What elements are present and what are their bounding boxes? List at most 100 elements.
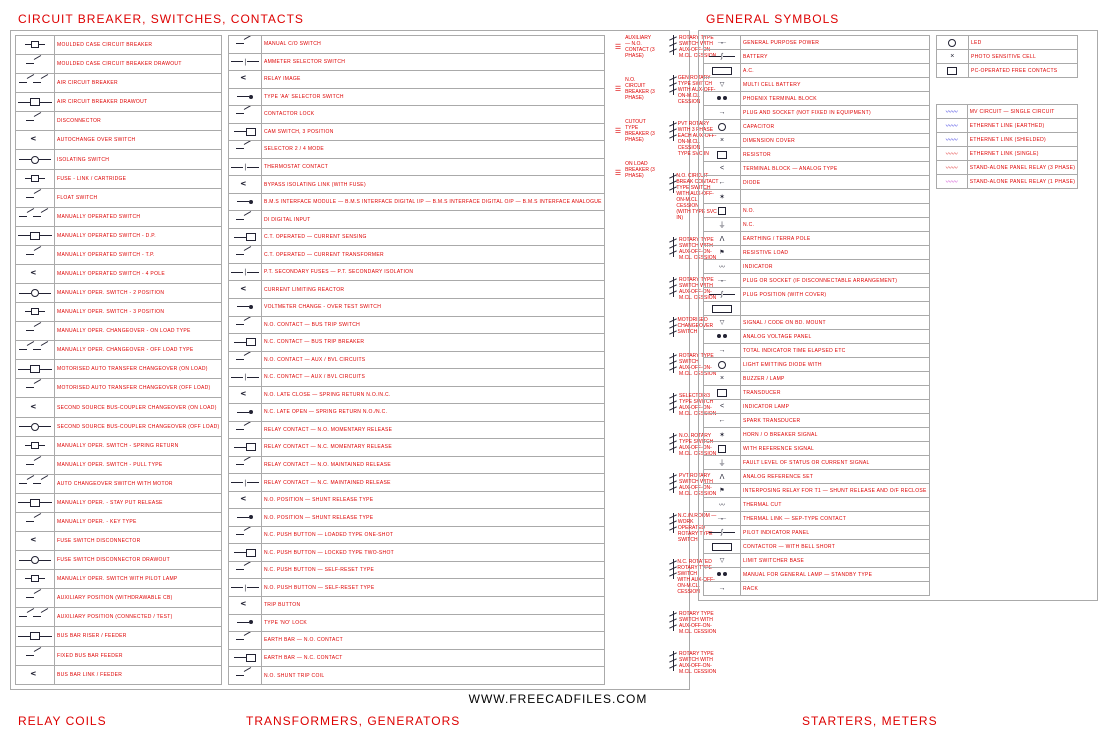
breaker-3phase-icon: [615, 161, 621, 183]
symbol-cell: [16, 245, 55, 264]
table-row: HORN / O BREAKER SIGNAL: [704, 428, 930, 442]
label-cell: N.O. PUSH BUTTON — SELF-RESET TYPE: [261, 579, 604, 597]
label-cell: ANALOG REFERENCE SET: [741, 470, 930, 484]
label-cell: EARTHING / TERRA POLE: [741, 232, 930, 246]
table-row: N.C.: [704, 218, 930, 232]
symbol-cell: [16, 474, 55, 493]
label-cell: PHOENIX TERMINAL BLOCK: [741, 92, 930, 106]
label-cell: RELAY CONTACT — N.C. MOMENTARY RELEASE: [261, 439, 604, 457]
symbol-cell: [704, 428, 741, 442]
symbol-cell: [16, 379, 55, 398]
label-cell: GENERAL PURPOSE POWER: [741, 36, 930, 50]
table-row: CAPACITOR: [704, 120, 930, 134]
table-row: ETHERNET LINE (EARTHED): [936, 119, 1077, 133]
table-row: WITH REFERENCE SIGNAL: [704, 442, 930, 456]
label-cell: N.C. PUSH BUTTON — LOCKED TYPE TWO-SHOT: [261, 544, 604, 562]
label-cell: RELAY CONTACT — N.O. MOMENTARY RELEASE: [261, 421, 604, 439]
symbol-cell: [229, 597, 262, 615]
symbol-cell: [704, 176, 741, 190]
label-cell: BUS BAR LINK / FEEDER: [55, 665, 222, 684]
table-row: N.O. SHUNT TRIP COIL: [229, 667, 604, 685]
symbol-cell: ∣: [229, 369, 262, 387]
table-row: FUSE SWITCH DISCONNECTOR: [16, 532, 222, 551]
table-row: THERMAL CUT: [704, 498, 930, 512]
symbol-cell: [936, 36, 968, 50]
symbol-cell: [229, 509, 262, 527]
label-cell: SELECTOR 2 / 4 MODE: [261, 141, 604, 159]
symbol-cell: [936, 105, 967, 119]
label-cell: N.O. LATE CLOSE — SPRING RETURN N.O./N.C…: [261, 386, 604, 404]
table-row: PHOTO SENSITIVE CELL: [936, 50, 1077, 64]
rotary-switch-icon: [667, 393, 675, 413]
table-row: SIGNAL / CODE ON BD. MOUNT: [704, 316, 930, 330]
circuit-table-1: MOULDED CASE CIRCUIT BREAKERMOULDED CASE…: [15, 35, 222, 685]
table-row: CAM SWITCH, 3 POSITION: [229, 123, 604, 141]
label-cell: BUZZER / LAMP: [741, 372, 930, 386]
label-cell: STAND-ALONE PANEL RELAY (3 PHASE): [967, 161, 1077, 175]
symbol-cell: [229, 351, 262, 369]
label: N.O. CIRCUIT BREAKER (3 PHASE): [625, 77, 657, 101]
bottom-relay: RELAY COILS: [10, 712, 230, 732]
label-cell: P.T. SECONDARY FUSES — P.T. SECONDARY IS…: [261, 263, 604, 281]
label-cell: CAPACITOR: [741, 120, 930, 134]
label-cell: LIMIT SWITCHER BASE: [741, 554, 930, 568]
table-row: LIGHT EMITTING DIODE WITH: [704, 358, 930, 372]
label: CUTOUT TYPE BREAKER (3 PHASE): [625, 119, 657, 143]
breaker-3phase-icon: [615, 119, 621, 141]
symbol-cell: [704, 512, 741, 526]
label-cell: INDICATOR LAMP: [741, 400, 930, 414]
rotary-switch-icon: [667, 277, 675, 297]
rotary-switch-icon: [667, 237, 675, 257]
symbol-cell: [704, 134, 741, 148]
symbol-cell: [704, 274, 741, 288]
label-cell: EARTH BAR — N.O. CONTACT: [261, 632, 604, 650]
symbol-cell: [229, 632, 262, 650]
table-row: FUSE SWITCH DISCONNECTOR DRAWOUT: [16, 551, 222, 570]
rotary-switch-icon: [667, 173, 673, 193]
symbol-cell: [16, 551, 55, 570]
symbol-cell: [229, 88, 262, 106]
symbol-cell: ∣: [229, 579, 262, 597]
symbol-cell: [229, 228, 262, 246]
symbol-cell: ∫: [704, 50, 741, 64]
table-row: ∣N.C. CONTACT — AUX / BVL CIRCUITS: [229, 369, 604, 387]
symbol-cell: [229, 561, 262, 579]
label-cell: MANUALLY OPER. SWITCH WITH PILOT LAMP: [55, 570, 222, 589]
label-cell: N.C. CONTACT — BUS TRIP BREAKER: [261, 334, 604, 352]
symbol-cell: [229, 614, 262, 632]
general-right-stack: LEDPHOTO SENSITIVE CELLPC-OPERATED FREE …: [936, 35, 1078, 596]
symbol-cell: [936, 147, 967, 161]
rotary-switch-icon: [667, 317, 674, 337]
label-cell: MANUALLY OPERATED SWITCH: [55, 207, 222, 226]
table-row: TYPE 'AA' SELECTOR SWITCH: [229, 88, 604, 106]
table-row: STAND-ALONE PANEL RELAY (3 PHASE): [936, 161, 1077, 175]
table-row: ∣AMMETER SELECTOR SWITCH: [229, 53, 604, 71]
general-table-3: MV CIRCUIT — SINGLE CIRCUITETHERNET LINE…: [936, 104, 1078, 189]
symbol-cell: [704, 36, 741, 50]
table-row: ∣RELAY CONTACT — N.C. MAINTAINED RELEASE: [229, 474, 604, 492]
table-row: RELAY CONTACT — N.O. MOMENTARY RELEASE: [229, 421, 604, 439]
table-row: MANUAL C/O SWITCH: [229, 36, 604, 54]
label-cell: SPARK TRANSDUCER: [741, 414, 930, 428]
label-cell: FUSE SWITCH DISCONNECTOR: [55, 532, 222, 551]
table-row: CURRENT LIMITING REACTOR: [229, 281, 604, 299]
symbol-cell: [936, 161, 967, 175]
label-cell: PLUG OR SOCKET (IF DISCONNECTABLE ARRANG…: [741, 274, 930, 288]
label-cell: ANALOG VOLTAGE PANEL: [741, 330, 930, 344]
symbol-cell: [704, 498, 741, 512]
table-row: AUTOCHANGE OVER SWITCH: [16, 131, 222, 150]
table-row: ANALOG REFERENCE SET: [704, 470, 930, 484]
label-cell: FIXED BUS BAR FEEDER: [55, 646, 222, 665]
table-row: N.O.: [704, 204, 930, 218]
table-row: RACK: [704, 582, 930, 596]
table-row: MANUALLY OPERATED SWITCH - T.P.: [16, 245, 222, 264]
label-cell: TRANSDUCER: [741, 386, 930, 400]
table-row: C.T. OPERATED — CURRENT SENSING: [229, 228, 604, 246]
label-cell: TRIP BUTTON: [261, 597, 604, 615]
table-row: MANUAL FOR GENERAL LAMP — STANDBY TYPE: [704, 568, 930, 582]
label-cell: AUXILIARY POSITION (WITHDRAWABLE CB): [55, 589, 222, 608]
symbol-cell: ∣: [229, 158, 262, 176]
table-row: THERMAL LINK — SEP-TYPE CONTACT: [704, 512, 930, 526]
label-cell: CAM SWITCH, 3 POSITION: [261, 123, 604, 141]
label-cell: LED: [968, 36, 1077, 50]
